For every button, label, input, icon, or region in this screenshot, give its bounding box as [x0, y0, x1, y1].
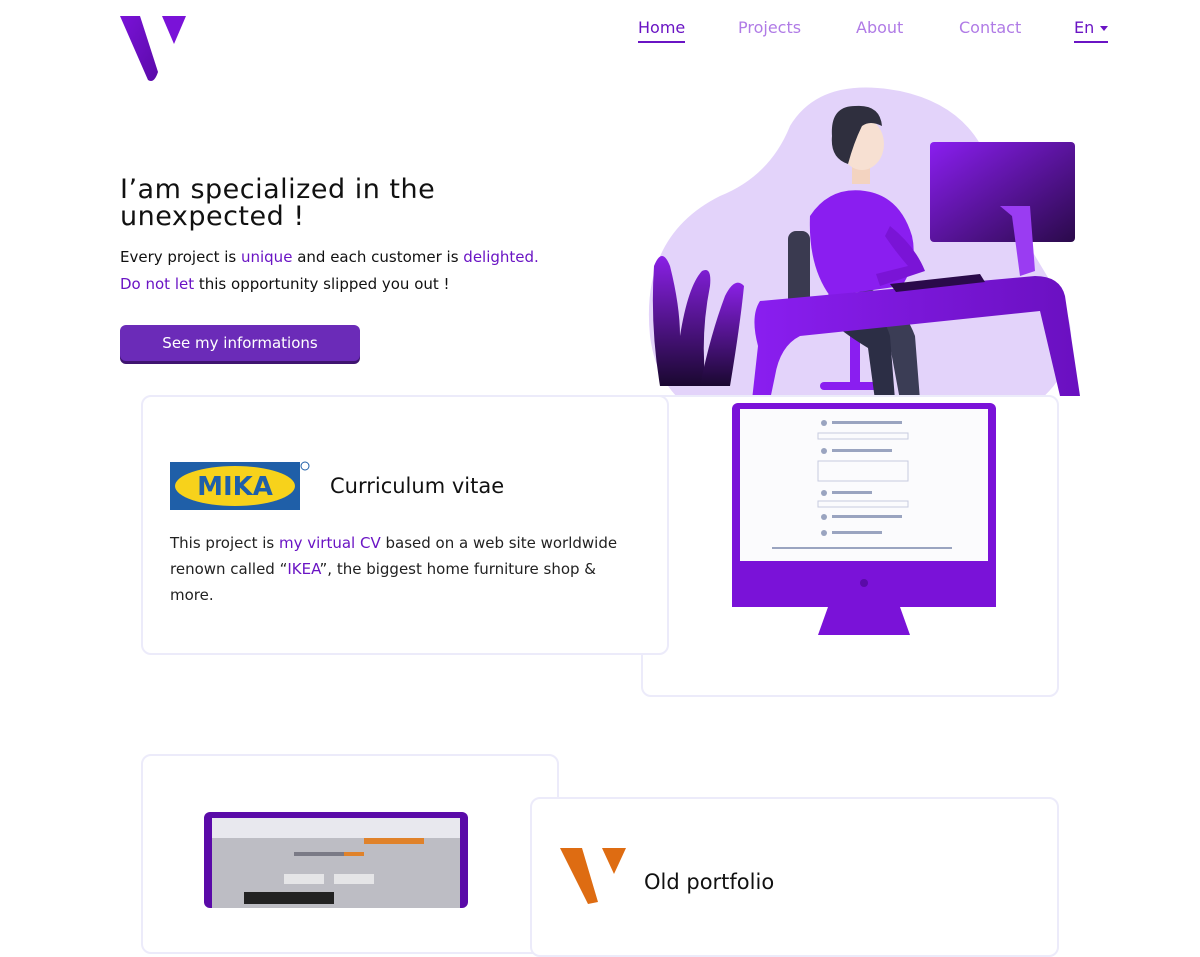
nav-about[interactable]: About	[856, 18, 903, 41]
hero-highlight: delighted.	[463, 248, 539, 266]
desc-highlight: my virtual CV	[279, 534, 381, 552]
hero-title: I’am specialized in the unexpected !	[120, 174, 436, 232]
caret-down-icon	[1100, 26, 1109, 31]
desc-highlight: IKEA	[287, 560, 320, 578]
site-logo[interactable]	[118, 14, 188, 86]
website-mockup	[204, 812, 468, 908]
hero-highlight: unique	[240, 248, 293, 266]
mika-logo-text: MIKA	[197, 472, 273, 502]
hero-text: Every project is	[120, 248, 241, 266]
old-portfolio-logo	[560, 848, 626, 904]
language-label: En	[1074, 18, 1095, 37]
mika-logo: MIKA	[170, 461, 310, 510]
person-at-desk-illustration	[648, 87, 1080, 401]
hero-description: Every project is unique and each custome…	[120, 244, 600, 298]
monitor-mockup	[732, 403, 996, 635]
hero-text: and each customer is	[292, 248, 464, 266]
see-informations-button[interactable]: See my informations	[120, 325, 360, 361]
hero-highlight: Do not let	[120, 275, 195, 293]
project-card-cv[interactable]	[141, 395, 669, 655]
nav-home[interactable]: Home	[638, 18, 686, 43]
nav-contact[interactable]: Contact	[959, 18, 1021, 41]
project-title: Old portfolio	[644, 870, 775, 894]
nav-projects[interactable]: Projects	[738, 18, 801, 41]
project-description: This project is my virtual CV based on a…	[170, 530, 640, 608]
project-title: Curriculum vitae	[330, 474, 505, 498]
language-selector[interactable]: En	[1074, 18, 1109, 43]
hero-text: this opportunity slipped you out !	[194, 275, 450, 293]
desc-text: This project is	[170, 534, 279, 552]
